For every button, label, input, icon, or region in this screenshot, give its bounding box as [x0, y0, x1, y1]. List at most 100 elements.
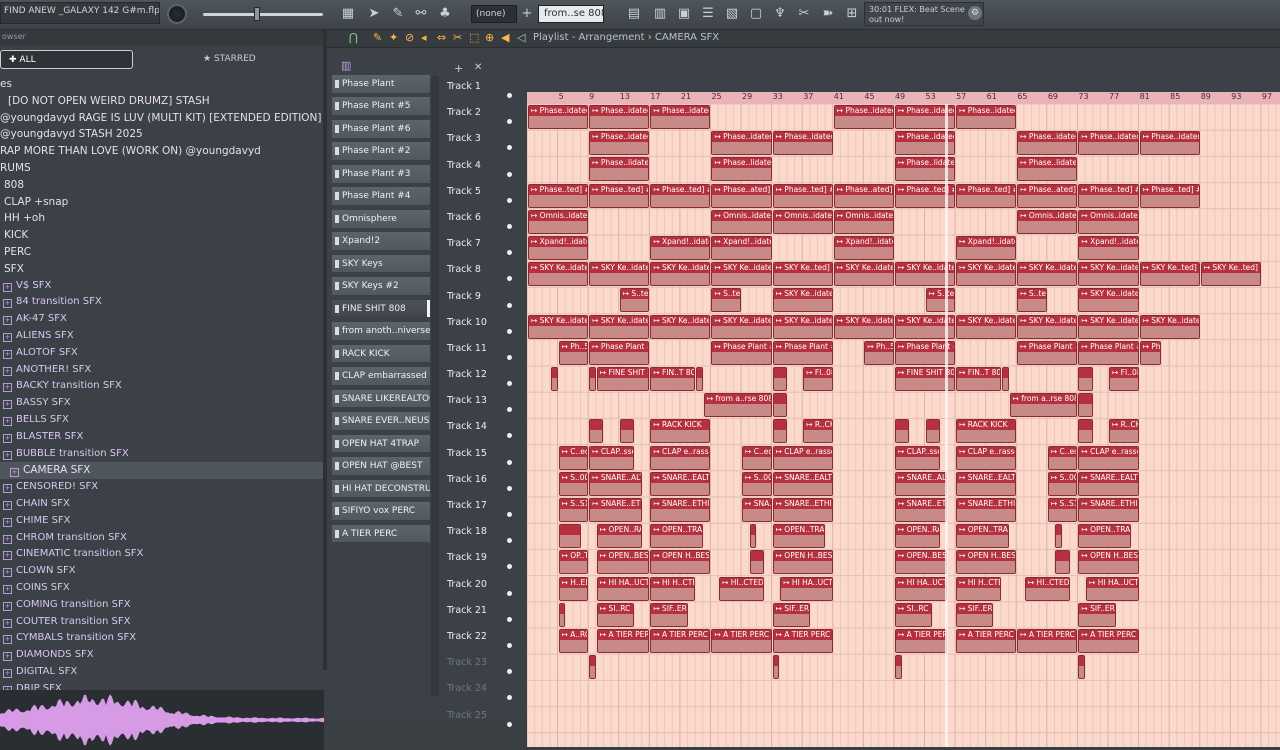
playlist-clip[interactable]: ↦ SIF..ERC [772, 602, 810, 627]
picker-item[interactable]: Phase Plant #3 [331, 163, 431, 184]
playlist-clip[interactable]: ↦ RACK KICK [650, 419, 711, 444]
picker-scrollbar[interactable] [431, 76, 439, 696]
browser-item[interactable]: + COINS SFX [0, 580, 324, 597]
playlist-clip[interactable]: ↦ Phase Plant #5 [772, 340, 833, 365]
playlist-clip[interactable] [772, 393, 787, 418]
picker-item[interactable]: SKY Keys #2 [331, 276, 431, 296]
playlist-clip[interactable]: ↦ SNARE..ALTOO [894, 471, 948, 496]
track-enable-led[interactable] [507, 459, 512, 465]
track-enable-led[interactable] [507, 119, 512, 125]
master-pitch-knob[interactable] [167, 4, 187, 24]
browser-item[interactable]: +84 transition SFX [0, 294, 324, 311]
folder-expand-icon[interactable]: + [3, 551, 12, 561]
track-header[interactable]: Track 18 [440, 522, 520, 548]
plugin-icon[interactable]: ▧ [724, 6, 740, 22]
playlist-clip[interactable]: ↦ Xpand!..idated [956, 236, 1017, 260]
close-icon[interactable]: ✕ [474, 62, 482, 73]
timeline-ruler[interactable]: 5 9 13 17 21 25 29 33 37 41 45 49 53 57 61 65 69 73 77 81 85… [527, 92, 1280, 104]
browser-item[interactable]: + BACKY transition SFX [0, 378, 324, 395]
track-header[interactable]: Track 21 [440, 601, 520, 627]
playlist-clip[interactable]: ↦ S..00 [742, 471, 772, 496]
playlist-clip[interactable]: ↦ HI..CTED [719, 576, 764, 601]
playlist-clip[interactable]: ↦ A TIER PERC [772, 629, 833, 653]
playlist-clip[interactable]: ↦ Phase Plant #6 [1017, 340, 1078, 365]
playlist-clip[interactable] [1078, 419, 1093, 444]
track-header[interactable]: Track 4 [440, 156, 520, 182]
playlist-clip[interactable]: ↦ OPEN..TRAP [1078, 524, 1131, 549]
playlist-clip[interactable]: ↦ Phase..idated [1017, 131, 1078, 156]
track-enable-led[interactable] [507, 538, 512, 544]
playlist-icon[interactable]: ▤ [626, 6, 642, 22]
pattern-select[interactable]: (none) [471, 5, 517, 23]
picker-item[interactable]: Phase Plant [331, 74, 431, 94]
browser-item[interactable]: + CLOWN SFX [0, 563, 324, 580]
playlist-clip[interactable]: ↦ SKY Ke..idated [711, 262, 772, 287]
playlist-clip[interactable]: ↦ Phase..ated] #2 [711, 183, 772, 208]
brush-icon[interactable]: ✎ [390, 6, 406, 22]
picker-piano-icon[interactable]: ▥ [341, 59, 351, 72]
track-header[interactable]: Track 24 [440, 679, 520, 705]
playlist-clip[interactable]: ↦ SKY Ke..idated [1078, 262, 1139, 287]
playlist-clip[interactable]: ↦ Phase..idated [589, 105, 650, 129]
playlist-clip[interactable]: ↦ FI..08 [803, 367, 833, 391]
browser-item[interactable]: + CHAIN SFX [0, 496, 324, 513]
playlist-clip[interactable]: ↦ SIF..ERC [650, 602, 688, 627]
track-enable-led[interactable] [507, 616, 512, 622]
playlist-clip[interactable] [696, 367, 703, 391]
browser-item[interactable]: + DIAMONDS SFX [0, 647, 324, 664]
folder-expand-icon[interactable]: + [3, 349, 12, 359]
picker-item[interactable]: SIFIYO vox PERC [331, 501, 431, 521]
track-header[interactable]: Track 9 [440, 287, 520, 313]
playlist-clip[interactable]: ↦ SNA..IS1 [742, 498, 772, 522]
playlist-clip[interactable]: ↦ SKY Ke..idated [528, 262, 589, 287]
playlist-clip[interactable]: ↦ C..ed [742, 445, 772, 470]
arrangement-grid[interactable]: ↦ Phase..idated ↦ Phase..idated ↦ Phase..i… [527, 104, 1280, 747]
browser-item[interactable]: [DO NOT OPEN WEIRD DRUMZ] STASH [0, 93, 324, 110]
track-header[interactable]: Track 19 [440, 548, 520, 574]
playlist-clip[interactable]: ↦ Phase..ated] #2 [1017, 183, 1078, 208]
track-header[interactable]: Track 12 [440, 365, 520, 391]
picker-item[interactable]: A TIER PERC [331, 523, 431, 544]
news-panel[interactable]: 30:01 FLEX: Beat Scene out now! [864, 2, 984, 26]
playlist-clip[interactable]: ↦ S..S1 [1047, 498, 1078, 522]
playlist-clip[interactable]: ↦ SKY Ke..idated [1078, 314, 1139, 339]
track-header[interactable]: Track 25 [440, 706, 520, 732]
add-pattern-icon[interactable]: + [519, 6, 535, 22]
playlist-clip[interactable]: ↦ Phase..lidated [589, 157, 650, 182]
track-header[interactable]: Track 2 [440, 103, 520, 129]
playlist-clip[interactable] [1078, 655, 1086, 680]
track-enable-led[interactable] [507, 433, 512, 439]
playlist-clip[interactable]: ↦ Ph..5 [558, 340, 589, 365]
track-header[interactable]: Track 14 [440, 417, 520, 443]
playlist-clip[interactable]: ↦ Phase..idated [528, 105, 589, 129]
playlist-clip[interactable]: ↦ A TIER PERC [894, 629, 948, 653]
browser-item[interactable]: SFX [0, 261, 324, 278]
playlist-clip[interactable] [589, 419, 604, 444]
track-enable-led[interactable] [507, 223, 512, 229]
playlist-clip[interactable]: ↦ SKY Ke..idated [650, 262, 711, 287]
folder-expand-icon[interactable]: + [3, 568, 12, 578]
piano-icon[interactable]: ▦ [340, 6, 356, 22]
playlist-clip[interactable]: ↦ Phase Plant #5 [1078, 340, 1139, 365]
playlist-clip[interactable]: ↦ S..00 [558, 471, 589, 496]
playlist-clip[interactable]: ↦ FIN..T 808 [956, 367, 1001, 391]
playlist-clip[interactable]: ↦ OPEN..RAP [596, 524, 642, 549]
picker-item[interactable]: OPEN HAT 4TRAP [331, 433, 431, 454]
track-header[interactable]: Track 10 [440, 313, 520, 339]
folder-expand-icon[interactable]: + [3, 416, 12, 426]
picker-item[interactable]: SKY Keys [331, 253, 431, 274]
track-enable-led[interactable] [507, 93, 512, 98]
playlist-clip[interactable]: ↦ RACK KICK [956, 419, 1017, 444]
browser-item[interactable]: + COUTER transition SFX [0, 614, 324, 631]
playlist-clip[interactable]: ↦ SIF..ERC [1078, 602, 1116, 627]
playlist-clip[interactable]: ↦ CLAP..ssed [589, 445, 635, 470]
picker-item[interactable]: Xpand!2 [331, 231, 431, 251]
playlist-clip[interactable]: ↦ SKY Ke..idated [956, 262, 1017, 287]
playlist-clip[interactable]: ↦ SKY Ke..idated [1078, 288, 1139, 313]
playlist-clip[interactable] [558, 602, 566, 627]
picker-item[interactable]: Omnisphere [331, 208, 431, 229]
playlist-clip[interactable]: ↦ HI HA..UCTED [894, 576, 948, 601]
track-enable-led[interactable] [507, 302, 512, 308]
track-header[interactable]: Track 3 [440, 129, 520, 155]
playlist-clip[interactable] [550, 367, 558, 391]
